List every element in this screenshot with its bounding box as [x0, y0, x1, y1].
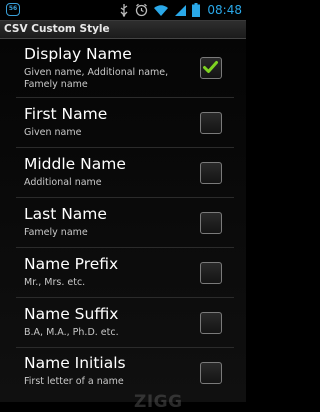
list-item-last-name[interactable]: Last Name Famely name: [0, 199, 246, 245]
list-item-first-name[interactable]: First Name Given name: [0, 99, 246, 145]
list-item-middle-name[interactable]: Middle Name Additional name: [0, 149, 246, 195]
item-title: Name Initials: [24, 354, 126, 372]
item-description: Given name: [24, 127, 82, 138]
list-item-display-name[interactable]: Display Name Given name, Additional name…: [0, 39, 246, 95]
divider: [16, 97, 234, 98]
divider: [16, 347, 234, 348]
watermark-logo: ZIGG: [134, 392, 183, 412]
item-title: Name Suffix: [24, 305, 119, 323]
item-title: Name Prefix: [24, 255, 119, 273]
divider: [16, 197, 234, 198]
status-bar: 56 08:48: [0, 0, 246, 20]
list-item-name-initials[interactable]: Name Initials First letter of a name: [0, 349, 246, 402]
checkbox-name-prefix[interactable]: [200, 262, 222, 284]
item-title: Display Name: [24, 45, 132, 63]
item-description: Given name, Additional name, Famely name: [24, 67, 169, 90]
signal-icon: [175, 4, 186, 16]
divider: [16, 297, 234, 298]
status-icons: [118, 2, 200, 18]
clock: 08:48: [207, 3, 242, 17]
item-description: B.A, M.A., Ph.D. etc.: [24, 327, 119, 338]
item-description: Famely name: [24, 227, 88, 238]
list-item-name-suffix[interactable]: Name Suffix B.A, M.A., Ph.D. etc.: [0, 299, 246, 345]
divider: [16, 147, 234, 148]
alarm-icon: [135, 3, 148, 17]
list-item-name-prefix[interactable]: Name Prefix Mr., Mrs. etc.: [0, 249, 246, 295]
checkmark-icon: [203, 61, 218, 73]
item-description: Additional name: [24, 177, 102, 188]
checkbox-display-name[interactable]: [200, 57, 222, 79]
item-title: First Name: [24, 105, 108, 123]
page-title: CSV Custom Style: [4, 23, 110, 35]
notification-badge: 56: [6, 3, 20, 16]
wifi-icon: [154, 4, 168, 16]
divider: [16, 247, 234, 248]
checkbox-middle-name[interactable]: [200, 162, 222, 184]
checkbox-first-name[interactable]: [200, 112, 222, 134]
checkbox-name-initials[interactable]: [200, 362, 222, 384]
checkbox-name-suffix[interactable]: [200, 312, 222, 334]
item-description: First letter of a name: [24, 376, 124, 387]
item-description: Mr., Mrs. etc.: [24, 277, 86, 288]
title-bar: CSV Custom Style: [0, 20, 246, 39]
item-title: Last Name: [24, 205, 107, 223]
settings-list[interactable]: Display Name Given name, Additional name…: [0, 39, 246, 412]
checkbox-last-name[interactable]: [200, 212, 222, 234]
usb-icon: [120, 4, 128, 17]
item-title: Middle Name: [24, 155, 126, 173]
battery-icon: [192, 3, 200, 17]
